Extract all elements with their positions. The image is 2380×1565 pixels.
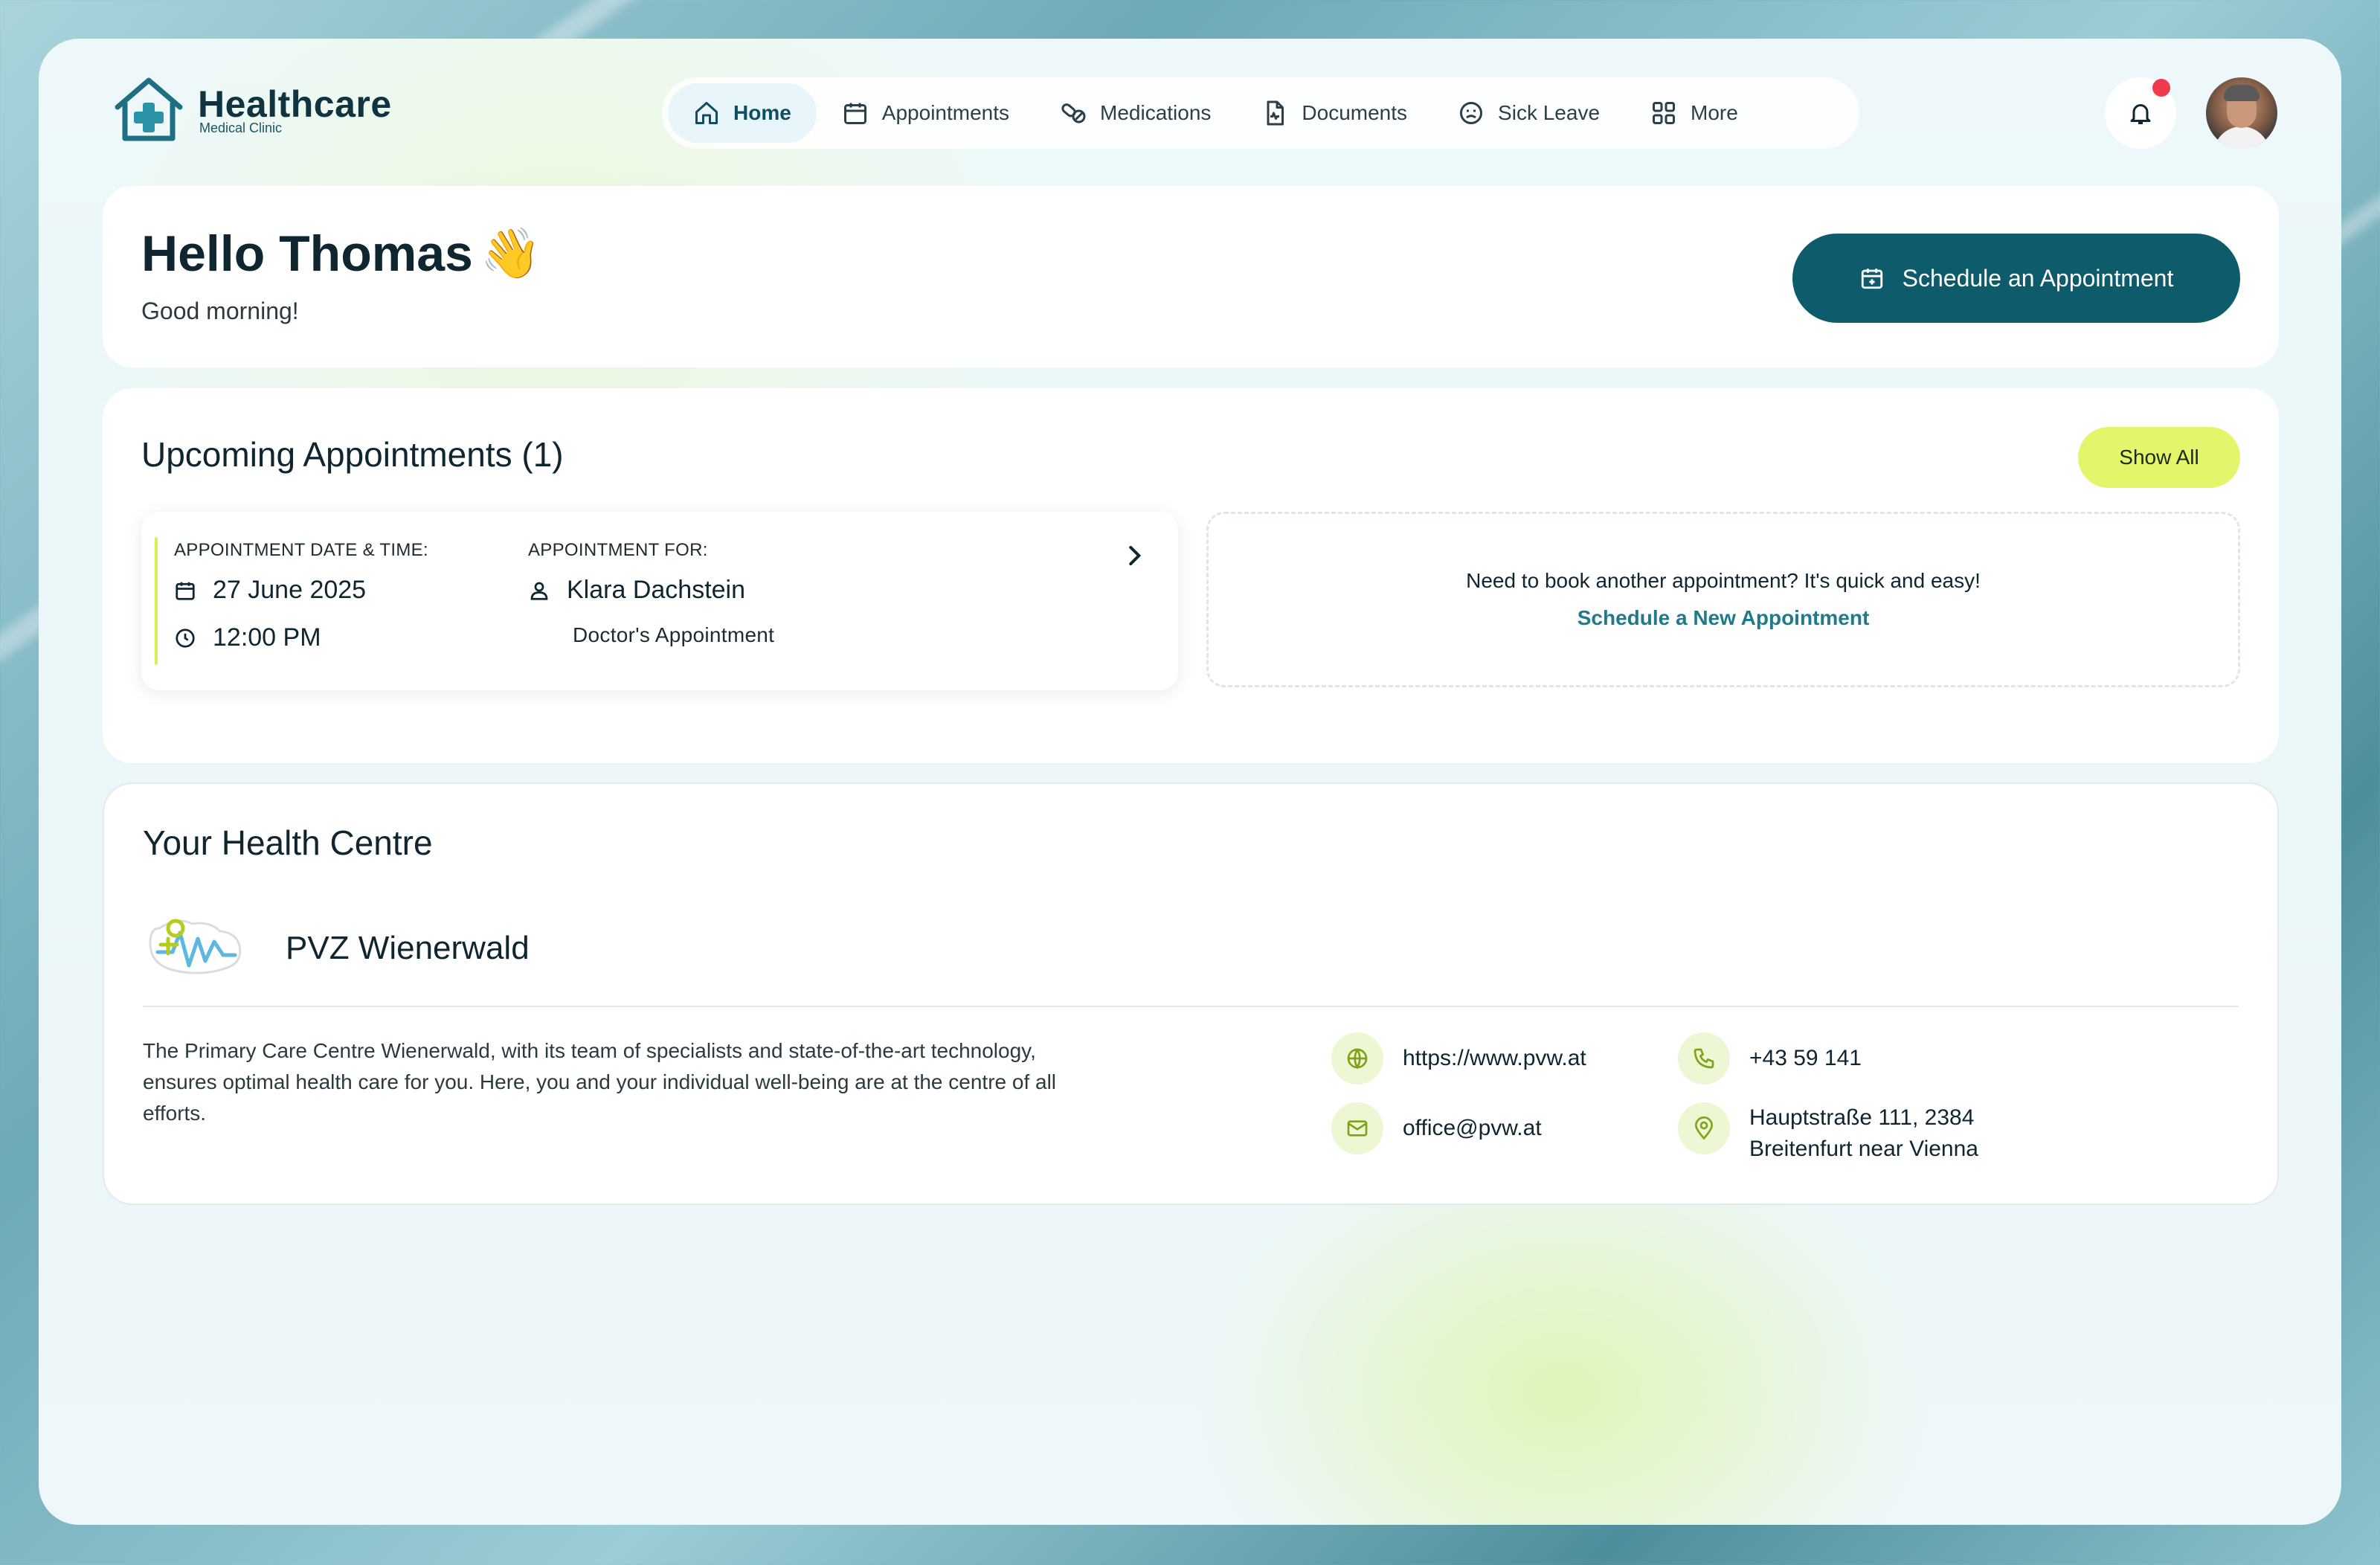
health-centre-title: Your Health Centre <box>143 823 433 862</box>
notification-badge <box>2152 79 2170 97</box>
appointment-for-label: APPOINTMENT FOR: <box>528 540 708 560</box>
nav-label: More <box>1691 101 1738 124</box>
home-icon <box>695 102 718 124</box>
calendar-icon <box>176 582 195 600</box>
globe-icon <box>1347 1048 1368 1070</box>
email-address[interactable]: office@pvw.at <box>1403 1102 1542 1144</box>
nav-label: Medications <box>1100 101 1212 124</box>
appointment-accent-bar <box>155 537 158 665</box>
waving-hand-emoji: 👋 <box>480 225 542 280</box>
main-nav: Home Appointments Medications Documents … <box>662 77 1859 149</box>
phone-info[interactable]: +43 59 141 <box>1678 1032 1862 1084</box>
health-centre-card: Your Health Centre PVZ Wienerwald The Pr… <box>103 782 2279 1205</box>
greeting-card: Hello Thomas 👋 Good morning! Schedule an… <box>103 186 2279 367</box>
chevron-right-icon[interactable] <box>1120 542 1148 570</box>
address-line-1: Hauptstraße 111, 2384 <box>1749 1105 1975 1130</box>
phone-icon <box>1694 1048 1714 1069</box>
nav-item-medications[interactable]: Medications <box>1035 83 1236 143</box>
bell-icon <box>2130 104 2151 124</box>
nav-item-more[interactable]: More <box>1625 83 1763 143</box>
nav-label: Documents <box>1302 101 1408 124</box>
user-avatar[interactable] <box>2206 77 2277 149</box>
appointment-card[interactable]: APPOINTMENT DATE & TIME: 27 June 2025 12… <box>141 512 1178 690</box>
book-new-appointment-box: Need to book another appointment? It's q… <box>1206 512 2240 687</box>
appointment-time-text: 12:00 PM <box>213 623 321 652</box>
appointment-patient: Klara Dachstein <box>528 576 745 605</box>
app-window: Healthcare Medical Clinic Home Appointme… <box>39 39 2341 1525</box>
schedule-appointment-button[interactable]: Schedule an Appointment <box>1792 234 2240 323</box>
calendar-icon <box>843 103 866 124</box>
schedule-appointment-label: Schedule an Appointment <box>1902 264 2174 292</box>
brand-logo[interactable]: Healthcare Medical Clinic <box>110 74 392 146</box>
address-line-2: Breitenfurt near Vienna <box>1749 1137 1978 1161</box>
calendar-plus-icon <box>1861 269 1882 289</box>
location-pin-icon <box>1694 1116 1714 1140</box>
health-centre-description: The Primary Care Centre Wienerwald, with… <box>143 1039 1057 1125</box>
divider <box>143 1006 2239 1007</box>
nav-item-home[interactable]: Home <box>668 83 817 143</box>
schedule-new-appointment-link[interactable]: Schedule a New Appointment <box>1577 606 1870 630</box>
mail-icon <box>1347 1120 1368 1137</box>
appointment-type: Doctor's Appointment <box>573 623 775 646</box>
nav-label: Home <box>733 101 791 124</box>
health-centre-name: PVZ Wienerwald <box>286 930 530 966</box>
email-info[interactable]: office@pvw.at <box>1331 1102 1542 1154</box>
notifications-button[interactable] <box>2105 77 2176 149</box>
nav-item-appointments[interactable]: Appointments <box>817 83 1035 143</box>
website-link[interactable]: https://www.pvw.at <box>1403 1032 1586 1074</box>
appointment-date-text: 27 June 2025 <box>213 576 367 604</box>
pvz-logo <box>149 919 242 974</box>
pills-icon <box>1061 103 1086 123</box>
appointment-time: 12:00 PM <box>174 623 321 652</box>
greeting-title: Hello Thomas 👋 <box>141 225 541 283</box>
nav-label: Appointments <box>881 101 1010 124</box>
phone-number[interactable]: +43 59 141 <box>1749 1032 1862 1074</box>
book-prompt: Need to book another appointment? It's q… <box>1466 569 1981 592</box>
greeting-text: Hello Thomas <box>141 225 473 282</box>
person-icon <box>530 582 548 600</box>
clock-icon <box>176 628 195 648</box>
nav-item-sick-leave[interactable]: Sick Leave <box>1432 83 1625 143</box>
grid-icon <box>1653 102 1676 124</box>
house-cross-icon <box>115 77 183 141</box>
appointment-datetime-label: APPOINTMENT DATE & TIME: <box>174 540 428 560</box>
greeting-subtitle: Good morning! <box>141 298 299 324</box>
upcoming-appointments-card: Upcoming Appointments (1) Show All APPOI… <box>103 388 2279 763</box>
appointment-patient-name: Klara Dachstein <box>567 576 746 604</box>
show-all-button[interactable]: Show All <box>2078 427 2240 488</box>
nav-label: Sick Leave <box>1498 101 1601 124</box>
nav-item-documents[interactable]: Documents <box>1236 83 1432 143</box>
brand-title: Healthcare <box>198 83 392 125</box>
website-info[interactable]: https://www.pvw.at <box>1331 1032 1586 1084</box>
address-info[interactable]: Hauptstraße 111, 2384 Breitenfurt near V… <box>1678 1102 1978 1165</box>
address-text: Hauptstraße 111, 2384 Breitenfurt near V… <box>1749 1102 1978 1165</box>
sick-face-icon <box>1460 102 1483 124</box>
appointment-date: 27 June 2025 <box>174 576 366 605</box>
document-icon <box>1267 100 1284 126</box>
upcoming-title: Upcoming Appointments (1) <box>141 435 564 474</box>
